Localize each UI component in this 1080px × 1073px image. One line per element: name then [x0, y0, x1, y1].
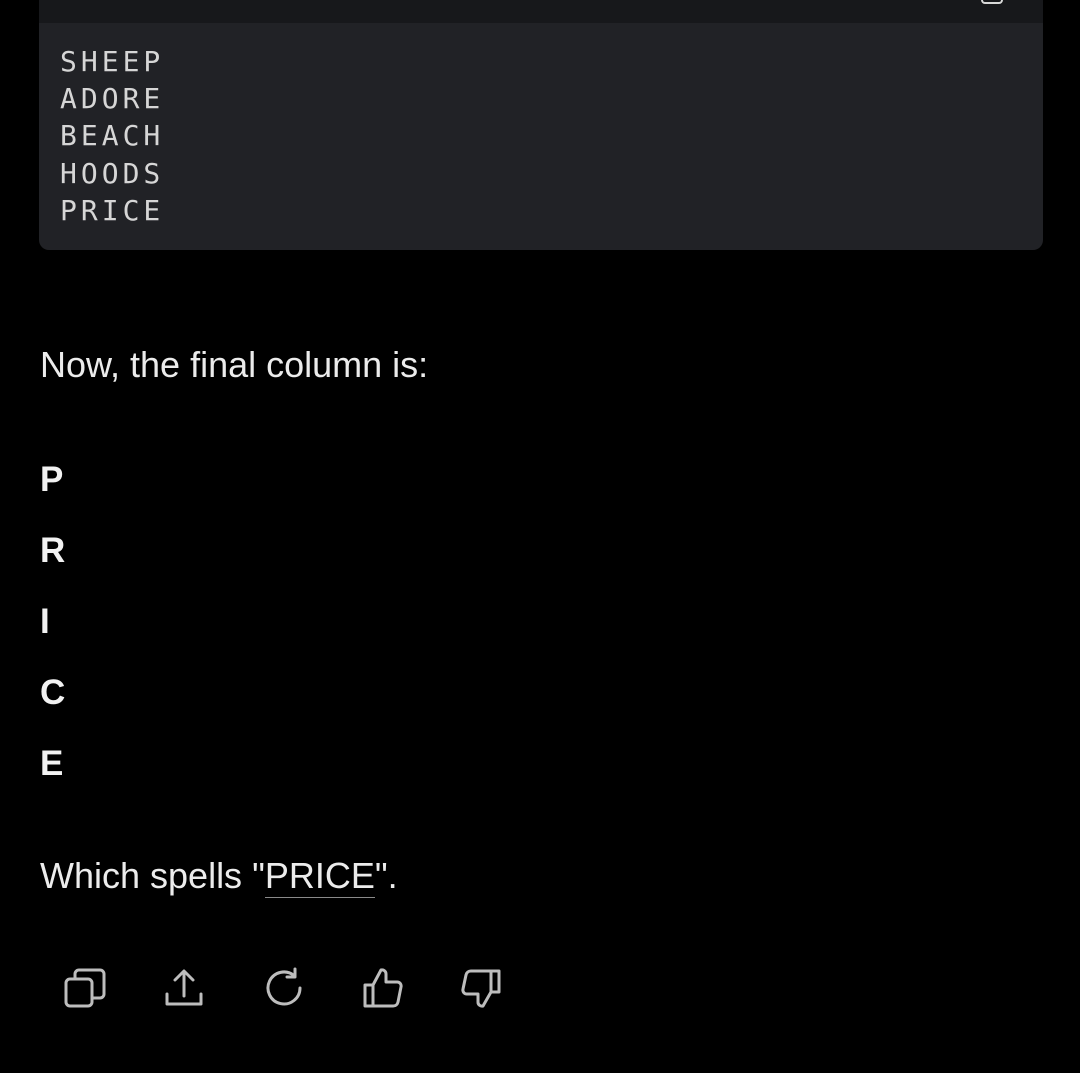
share-button[interactable] [160, 965, 208, 1011]
thumbs-down-button[interactable] [458, 965, 506, 1011]
column-letter: I [40, 602, 50, 641]
conclusion-suffix: ". [374, 855, 398, 896]
code-text: SHEEP ADORE BEACH HOODS PRICE [60, 43, 164, 229]
intro-text: Now, the final column is: [40, 344, 429, 385]
column-letter: P [40, 460, 64, 499]
copy-button[interactable] [60, 965, 108, 1011]
thumbs-down-icon [461, 969, 501, 1008]
copy-code-icon[interactable] [981, 0, 1003, 4]
code-line: BEACH [60, 119, 165, 153]
code-line: SHEEP [60, 45, 165, 78]
code-line: HOODS [60, 156, 165, 190]
share-icon [165, 969, 203, 1006]
conclusion-word-link[interactable]: PRICE [264, 855, 375, 898]
copy-icon [64, 968, 106, 1008]
code-line: PRICE [60, 193, 165, 227]
code-line: ADORE [60, 82, 165, 116]
code-block: SHEEP ADORE BEACH HOODS PRICE [39, 0, 1043, 250]
column-letter: C [40, 673, 66, 712]
regenerate-button[interactable] [260, 965, 308, 1011]
thumbs-up-icon [363, 968, 403, 1008]
column-letter: R [40, 531, 66, 570]
conclusion-text: Which spells "PRICE". [40, 855, 398, 898]
code-block-header [39, 0, 1043, 23]
conclusion-prefix: Which spells " [40, 855, 265, 896]
column-letter: E [40, 744, 64, 783]
thumbs-up-button[interactable] [358, 965, 406, 1011]
regenerate-icon [266, 967, 302, 1006]
